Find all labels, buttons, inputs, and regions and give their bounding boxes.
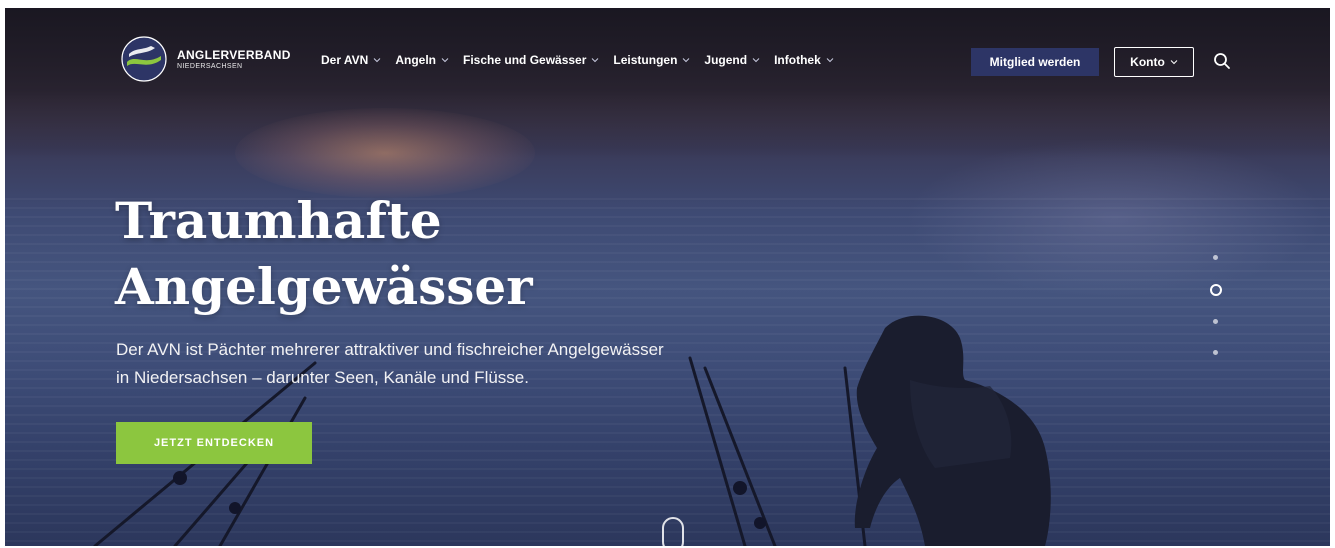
hero-subtitle: Der AVN ist Pächter mehrerer attraktiver… (116, 336, 756, 392)
nav-item-fische-und-gewaesser[interactable]: Fische und Gewässer (463, 53, 599, 67)
mouse-scroll-icon[interactable] (662, 517, 684, 546)
nav-item-jugend[interactable]: Jugend (704, 53, 760, 67)
nav-item-angeln[interactable]: Angeln (395, 53, 449, 67)
nav-item-label: Fische und Gewässer (463, 53, 587, 67)
slider-dot-active[interactable] (1210, 284, 1222, 296)
chevron-down-icon (441, 58, 449, 63)
hero-title-line: Traumhafte (115, 191, 442, 250)
nav-item-label: Infothek (774, 53, 821, 67)
slider-dot[interactable] (1213, 255, 1218, 260)
search-icon[interactable] (1213, 52, 1231, 70)
slider-dot[interactable] (1213, 350, 1218, 355)
avn-logo-icon (121, 36, 167, 82)
become-member-button[interactable]: Mitglied werden (971, 48, 1099, 76)
nav-item-label: Angeln (395, 53, 437, 67)
nav-item-der-avn[interactable]: Der AVN (321, 53, 381, 67)
nav-item-label: Der AVN (321, 53, 369, 67)
slider-dot[interactable] (1213, 319, 1218, 324)
chevron-down-icon (826, 58, 834, 63)
chevron-down-icon (752, 58, 760, 63)
hero-section: ANGLERVERBAND NIEDERSACHSEN Der AVN Ange… (5, 8, 1330, 546)
logo-title: ANGLERVERBAND (177, 48, 291, 62)
logo-subtitle: NIEDERSACHSEN (177, 63, 243, 70)
nav-item-infothek[interactable]: Infothek (774, 53, 834, 67)
nav-item-leistungen[interactable]: Leistungen (613, 53, 690, 67)
account-button[interactable]: Konto (1114, 47, 1194, 77)
site-logo[interactable]: ANGLERVERBAND NIEDERSACHSEN (121, 36, 291, 82)
chevron-down-icon (592, 58, 599, 63)
nav-item-label: Jugend (704, 53, 748, 67)
main-navigation: Der AVN Angeln Fische und Gewässer Leist… (321, 53, 848, 67)
hero-title-line: Angelgewässer (115, 257, 533, 316)
chevron-down-icon (373, 58, 381, 63)
account-button-label: Konto (1130, 55, 1165, 69)
hero-title: Traumhafte Angelgewässer (115, 188, 635, 320)
discover-now-button[interactable]: JETZT ENTDECKEN (116, 422, 312, 464)
nav-item-label: Leistungen (613, 53, 678, 67)
hero-subtitle-line: in Niedersachsen – darunter Seen, Kanäle… (116, 368, 529, 387)
chevron-down-icon (1170, 60, 1178, 65)
chevron-down-icon (683, 58, 690, 63)
hero-subtitle-line: Der AVN ist Pächter mehrerer attraktiver… (116, 340, 664, 359)
